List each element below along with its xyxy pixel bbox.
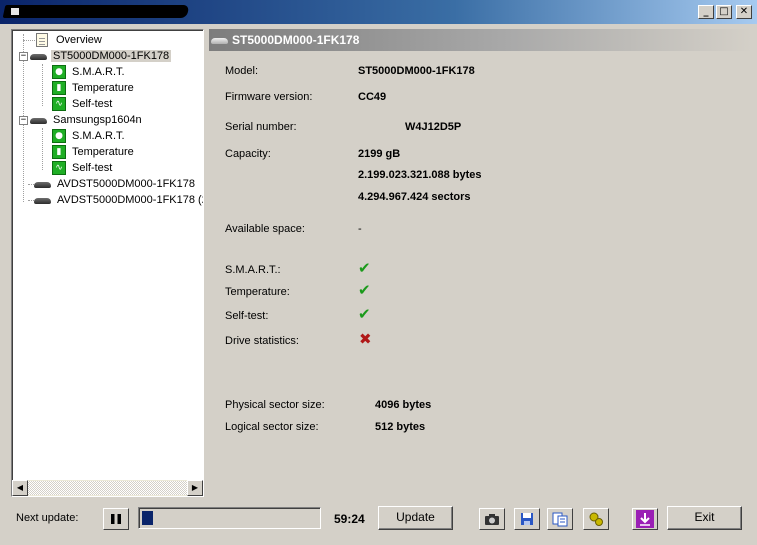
collapse-drive2[interactable]: − bbox=[19, 116, 28, 125]
tree-item-temperature1[interactable]: ▮ Temperature bbox=[52, 80, 136, 96]
selftest-label: Self-test: bbox=[225, 310, 269, 322]
serial-value: W4J12D5P bbox=[405, 121, 462, 133]
capacity-sectors: 4.294.967.424 sectors bbox=[358, 191, 471, 203]
tree-item-overview[interactable]: Overview bbox=[36, 32, 104, 48]
available-space-label: Available space: bbox=[225, 223, 305, 235]
bottom-toolbar: Next update: 59:24 Update Exit bbox=[0, 502, 757, 545]
window-controls: _ □ ✕ bbox=[698, 5, 752, 19]
physical-sector-label: Physical sector size: bbox=[225, 399, 325, 411]
details-panel: ST5000DM000-1FK178 Model: ST5000DM000-1F… bbox=[209, 29, 753, 497]
drive-statistics-fail-icon: ✖ bbox=[359, 330, 372, 348]
temperature-ok-icon: ✔ bbox=[358, 281, 371, 299]
panel-title: ST5000DM000-1FK178 bbox=[232, 33, 360, 47]
document-icon bbox=[36, 33, 48, 47]
title-bar: _ □ ✕ bbox=[0, 0, 757, 24]
capacity-gb: 2199 gB bbox=[358, 148, 401, 160]
available-space-value: - bbox=[358, 223, 362, 235]
tree-item-label: S.M.A.R.T. bbox=[72, 66, 125, 78]
collapse-drive1[interactable]: − bbox=[19, 52, 28, 61]
tree-item-label: Self-test bbox=[72, 162, 113, 174]
countdown-timer: 59:24 bbox=[334, 512, 365, 526]
redacted-title bbox=[2, 5, 190, 18]
thermometer-icon: ▮ bbox=[52, 81, 66, 95]
close-button[interactable]: ✕ bbox=[736, 5, 752, 19]
tree-item-temperature2[interactable]: ▮ Temperature bbox=[52, 144, 136, 160]
save-button[interactable] bbox=[514, 508, 540, 530]
tree-item-drive1[interactable]: ST5000DM000-1FK178 bbox=[30, 48, 172, 64]
download-icon bbox=[636, 510, 654, 528]
tree-item-drive2[interactable]: Samsungsp1604n bbox=[30, 112, 144, 128]
selftest-icon: ∿ bbox=[52, 97, 66, 111]
capacity-bytes: 2.199.023.321.088 bytes bbox=[358, 169, 482, 181]
horizontal-scrollbar[interactable]: ◀ ▶ bbox=[12, 480, 203, 496]
app-icon bbox=[10, 7, 20, 16]
pause-button[interactable] bbox=[103, 508, 129, 530]
model-value: ST5000DM000-1FK178 bbox=[358, 65, 475, 77]
tree-item-selftest1[interactable]: ∿ Self-test bbox=[52, 96, 114, 112]
drive-icon bbox=[34, 196, 52, 205]
copy-button[interactable] bbox=[547, 508, 573, 530]
selftest-ok-icon: ✔ bbox=[358, 305, 371, 323]
drive-icon bbox=[30, 52, 48, 61]
tree-item-selftest2[interactable]: ∿ Self-test bbox=[52, 160, 114, 176]
save-icon bbox=[521, 513, 533, 525]
selftest-icon: ∿ bbox=[52, 161, 66, 175]
download-button[interactable] bbox=[632, 508, 658, 530]
smart-bulb-icon: ● bbox=[52, 129, 66, 143]
tree-item-label: ST5000DM000-1FK178 bbox=[51, 50, 172, 62]
scroll-track[interactable] bbox=[28, 481, 187, 495]
logical-sector-label: Logical sector size: bbox=[225, 421, 319, 433]
capacity-label: Capacity: bbox=[225, 148, 271, 160]
update-button[interactable]: Update bbox=[378, 506, 453, 530]
firmware-label: Firmware version: bbox=[225, 91, 313, 103]
tree-item-label: Overview bbox=[56, 34, 102, 46]
physical-sector-value: 4096 bytes bbox=[375, 399, 432, 411]
tree-branch-line bbox=[42, 128, 43, 170]
temperature-label: Temperature: bbox=[225, 286, 290, 298]
copy-icon bbox=[552, 512, 568, 526]
maximize-button[interactable]: □ bbox=[716, 5, 732, 19]
tree-branch-line bbox=[42, 64, 43, 106]
update-progress-bar bbox=[138, 507, 321, 529]
tree-connector bbox=[23, 40, 35, 41]
tree-item-label: AVDST5000DM000-1FK178 bbox=[57, 178, 195, 190]
tree-item-drive4[interactable]: AVDST5000DM000-1FK178 (2) bbox=[34, 192, 204, 208]
serial-label: Serial number: bbox=[225, 121, 297, 133]
camera-icon bbox=[485, 514, 499, 525]
drive-icon bbox=[30, 116, 48, 125]
scroll-left-button[interactable]: ◀ bbox=[12, 480, 28, 496]
tree-item-label: AVDST5000DM000-1FK178 (2) bbox=[57, 194, 204, 206]
smart-ok-icon: ✔ bbox=[358, 259, 371, 277]
drive-icon bbox=[34, 180, 52, 189]
tree-item-drive3[interactable]: AVDST5000DM000-1FK178 bbox=[34, 176, 197, 192]
tree-item-label: S.M.A.R.T. bbox=[72, 130, 125, 142]
pause-icon bbox=[111, 514, 121, 524]
progress-fill bbox=[142, 511, 153, 525]
screenshot-button[interactable] bbox=[479, 508, 505, 530]
tree-item-label: Self-test bbox=[72, 98, 113, 110]
next-update-label: Next update: bbox=[16, 512, 79, 524]
tree-item-smart1[interactable]: ● S.M.A.R.T. bbox=[52, 64, 127, 80]
options-icon bbox=[589, 512, 603, 526]
model-label: Model: bbox=[225, 65, 259, 77]
logical-sector-value: 512 bytes bbox=[375, 421, 426, 433]
tree-item-label: Temperature bbox=[72, 82, 134, 94]
tree-item-label: Samsungsp1604n bbox=[53, 114, 142, 126]
exit-button[interactable]: Exit bbox=[667, 506, 742, 530]
drive-icon bbox=[211, 36, 229, 45]
smart-label: S.M.A.R.T.: bbox=[225, 264, 281, 276]
firmware-value: CC49 bbox=[358, 91, 387, 103]
thermometer-icon: ▮ bbox=[52, 145, 66, 159]
drive-statistics-label: Drive statistics: bbox=[225, 335, 299, 347]
tree-item-smart2[interactable]: ● S.M.A.R.T. bbox=[52, 128, 127, 144]
panel-header: ST5000DM000-1FK178 bbox=[209, 29, 753, 51]
smart-bulb-icon: ● bbox=[52, 65, 66, 79]
minimize-button[interactable]: _ bbox=[698, 5, 714, 19]
scroll-right-button[interactable]: ▶ bbox=[187, 480, 203, 496]
tree-item-label: Temperature bbox=[72, 146, 134, 158]
options-button[interactable] bbox=[583, 508, 609, 530]
drive-tree[interactable]: − − Overview ST5000DM000-1FK178 ● S.M.A.… bbox=[11, 29, 204, 497]
